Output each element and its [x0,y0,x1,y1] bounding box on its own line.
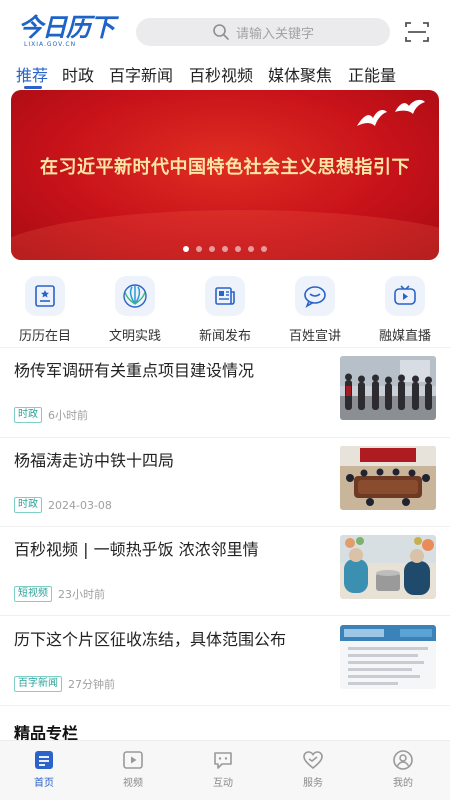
carousel-dot[interactable] [222,246,228,252]
banner-headline: 在习近平新时代中国特色社会主义思想指引下 [40,157,410,178]
profile-icon [393,750,413,770]
news-title: 杨福涛走访中铁十四局 [14,451,175,470]
nav-service[interactable]: 服务 [283,749,343,789]
news-meta: 时政 6小时前 [14,407,88,423]
scan-icon[interactable] [405,21,429,43]
nav-home[interactable]: 首页 [14,749,74,789]
logo-subtext: LIXIA.GOV.CN [24,41,77,48]
interaction-icon [214,752,232,769]
news-item[interactable]: 杨福涛走访中铁十四局 时政 2024-03-08 [0,444,450,532]
tab-recommend[interactable]: 推荐 [16,62,48,86]
nav-profile[interactable]: 我的 [373,749,433,789]
nav-label: 我的 [393,778,413,789]
news-tag: 时政 [14,407,42,423]
divider [0,347,450,348]
news-time: 2024-03-08 [48,498,112,512]
chat-bubble-icon [295,276,335,316]
active-tab-indicator [24,86,42,89]
banner-decoration [11,210,439,260]
search-placeholder: 请输入关键字 [235,26,314,42]
news-item[interactable]: 百秒视频 | 一顿热乎饭 浓浓邻里情 短视频 23小时前 [0,533,450,621]
nav-video[interactable]: 视频 [103,749,163,789]
civilization-logo-icon [115,276,155,316]
carousel-dot[interactable] [235,246,241,252]
divider [0,615,450,616]
shortcut-press-release[interactable]: 新闻发布 [185,276,265,344]
news-tag: 时政 [14,497,42,513]
nav-label: 服务 [303,778,323,789]
news-item[interactable]: 杨传军调研有关重点项目建设情况 时政 6小时前 [0,354,450,442]
search-icon [213,24,229,40]
news-time: 23小时前 [58,588,105,601]
news-thumbnail [340,446,436,510]
app-header: 今日历下 LIXIA.GOV.CN 请输入关键字 [0,0,450,60]
shortcut-label: 历历在目 [18,329,71,344]
divider [0,526,450,527]
category-tabs: 推荐 时政 百字新闻 百秒视频 媒体聚焦 正能量 [0,60,450,90]
nav-label: 互动 [213,778,233,789]
news-thumbnail [340,535,436,599]
carousel-dot[interactable] [183,246,189,252]
carousel-dots [11,246,439,252]
shortcut-label: 新闻发布 [198,329,251,344]
news-thumbnail [340,625,436,689]
nav-interaction[interactable]: 互动 [193,749,253,789]
banner-carousel[interactable]: 在习近平新时代中国特色社会主义思想指引下 [11,90,439,260]
news-time: 27分钟前 [68,678,115,691]
shortcut-history[interactable]: 历历在目 [5,276,85,344]
shortcut-label: 融媒直播 [378,329,431,344]
tab-positive-energy[interactable]: 正能量 [348,62,396,86]
divider [0,705,450,706]
app-logo[interactable]: 今日历下 LIXIA.GOV.CN [18,14,126,50]
shortcut-grid: 历历在目 文明实践 新闻发布 百姓宣讲 融媒直播 [0,276,450,346]
news-meta: 时政 2024-03-08 [14,497,112,513]
nav-label: 首页 [34,778,54,789]
news-thumbnail [340,356,436,420]
news-time: 6小时前 [48,409,88,422]
divider [0,437,450,438]
search-bar[interactable]: 请输入关键字 [136,18,390,46]
carousel-dot[interactable] [261,246,267,252]
shortcut-label: 百姓宣讲 [288,329,341,344]
carousel-dot[interactable] [209,246,215,252]
doves-icon [357,99,425,126]
logo-text: 今日历下 [18,13,115,42]
news-title: 历下这个片区征收冻结，具体范围公布 [14,630,287,649]
bottom-navigation: 首页 视频 互动 服务 我的 [0,740,450,800]
tab-media-focus[interactable]: 媒体聚焦 [268,62,332,86]
news-meta: 短视频 23小时前 [14,586,105,602]
shortcut-civilization[interactable]: 文明实践 [95,276,175,344]
carousel-dot[interactable] [196,246,202,252]
home-icon [35,751,53,769]
tab-short-video[interactable]: 百秒视频 [189,62,253,86]
tab-politics[interactable]: 时政 [62,62,94,86]
news-tag: 短视频 [14,586,52,602]
shortcut-live[interactable]: 融媒直播 [365,276,445,344]
newspaper-icon [205,276,245,316]
news-item[interactable]: 历下这个片区征收冻结，具体范围公布 百字新闻 27分钟前 [0,623,450,711]
news-tag: 百字新闻 [14,676,62,692]
shortcut-label: 文明实践 [108,329,161,344]
news-title: 杨传军调研有关重点项目建设情况 [14,361,255,380]
nav-label: 视频 [123,778,143,789]
carousel-dot[interactable] [248,246,254,252]
live-play-icon [385,276,425,316]
news-title: 百秒视频 | 一顿热乎饭 浓浓邻里情 [14,540,259,559]
shortcut-public-talks[interactable]: 百姓宣讲 [275,276,355,344]
video-icon [123,751,143,769]
tab-brief-news[interactable]: 百字新闻 [109,62,173,86]
service-icon [303,751,323,770]
photo-frame-icon [25,276,65,316]
news-meta: 百字新闻 27分钟前 [14,676,115,692]
